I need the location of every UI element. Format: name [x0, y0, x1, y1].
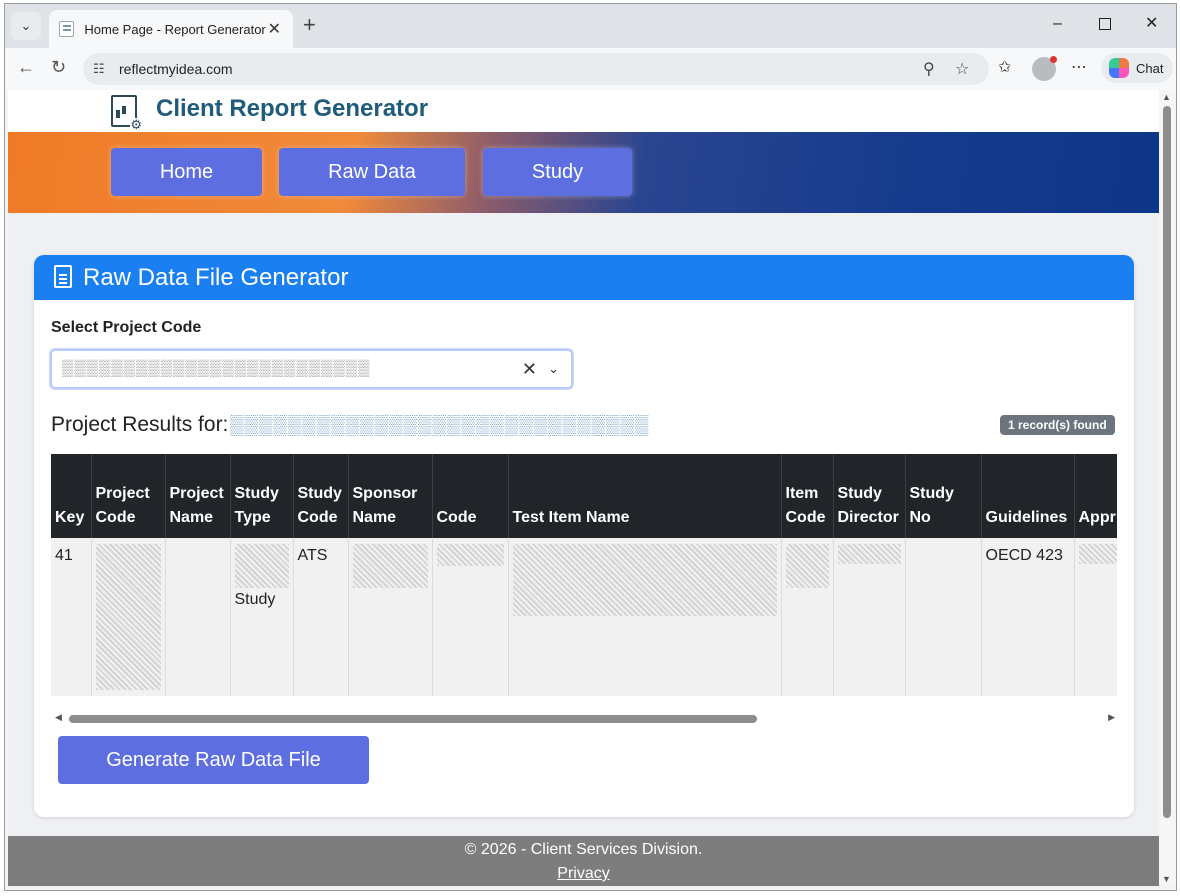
generate-raw-data-button[interactable]: Generate Raw Data File	[58, 736, 369, 784]
results-label: Project Results for:	[51, 413, 229, 436]
address-bar[interactable]: ☷ reflectmyidea.com ⚲ ☆	[83, 53, 989, 85]
brand-title: Client Report Generator	[156, 95, 429, 122]
table-row[interactable]: 41 Study ATS OECD 423	[51, 538, 1117, 696]
clear-icon[interactable]: ✕	[522, 359, 537, 380]
footer-copyright: © 2026 - Client Services Division.	[464, 841, 703, 858]
page-viewport: ⚙ Client Report Generator Home Raw Data …	[8, 90, 1159, 886]
page-favicon-icon	[59, 21, 75, 37]
minimize-icon[interactable]: –	[1053, 16, 1062, 32]
cell-redacted	[833, 538, 906, 696]
cell-redacted	[781, 538, 834, 696]
raw-data-card: Raw Data File Generator Select Project C…	[34, 255, 1134, 817]
refresh-icon[interactable]: ↻	[51, 58, 66, 76]
cell-redacted	[1074, 538, 1117, 696]
tab-title: Home Page - Report Generator	[84, 21, 266, 37]
cell-guidelines: OECD 423	[981, 538, 1075, 696]
col-header: Study Code	[293, 454, 349, 538]
cell-study-code: ATS	[293, 538, 349, 696]
tab-close-icon[interactable]: ✕	[266, 19, 283, 39]
cell-redacted	[91, 538, 166, 696]
document-icon	[54, 265, 72, 288]
scroll-thumb[interactable]	[69, 715, 757, 723]
tab-list-button[interactable]: ⌄	[11, 12, 41, 40]
nav-raw-data-button[interactable]: Raw Data	[279, 148, 465, 196]
scroll-down-icon[interactable]: ▼	[1162, 874, 1171, 884]
col-header: Appr By	[1074, 454, 1117, 538]
privacy-link[interactable]: Privacy	[8, 865, 1159, 883]
url-text: reflectmyidea.com	[119, 61, 233, 77]
col-header: Item Code	[781, 454, 834, 538]
cell-empty	[905, 538, 982, 696]
chevron-down-icon[interactable]: ⌄	[548, 361, 559, 377]
avatar[interactable]	[1032, 56, 1057, 81]
cell-redacted	[432, 538, 509, 696]
plus-icon[interactable]: +	[303, 14, 316, 36]
site-info-icon[interactable]: ☷	[93, 61, 105, 77]
col-header: Study No	[905, 454, 982, 538]
star-icon[interactable]: ☆	[955, 59, 969, 79]
project-code-value: ▒▒▒▒▒▒▒▒▒▒▒▒▒▒▒▒▒▒▒▒▒▒▒▒▒	[62, 360, 371, 377]
scroll-up-icon[interactable]: ▲	[1162, 92, 1171, 102]
col-header: Project Name	[165, 454, 231, 538]
col-header: Code	[432, 454, 509, 538]
results-table: Key Project Code Project Name Study Type…	[51, 454, 1117, 696]
chat-label: Chat	[1136, 60, 1164, 76]
page-scroll-thumb[interactable]	[1163, 106, 1171, 818]
cell-redacted	[348, 538, 433, 696]
records-badge: 1 record(s) found	[1000, 415, 1115, 435]
browser-tab[interactable]: Home Page - Report Generator ✕	[49, 10, 293, 48]
cell-empty	[165, 538, 231, 696]
main-nav: Home Raw Data Study	[8, 132, 1159, 213]
col-header: Study Type	[230, 454, 294, 538]
scroll-right-icon[interactable]: ▶	[1108, 712, 1115, 723]
col-header: Key	[51, 454, 92, 538]
col-header: Project Code	[91, 454, 166, 538]
col-header: Guidelines	[981, 454, 1075, 538]
col-header: Sponsor Name	[348, 454, 433, 538]
col-header: Test Item Name	[508, 454, 782, 538]
cell-study-type-text: Study	[234, 591, 276, 608]
scroll-left-icon[interactable]: ◀	[55, 712, 62, 723]
page-footer: © 2026 - Client Services Division. Priva…	[8, 836, 1159, 886]
arrow-left-icon[interactable]: ←	[17, 58, 35, 76]
brand-bar: ⚙ Client Report Generator	[8, 90, 1159, 132]
favorites-icon[interactable]: ✩	[998, 60, 1011, 76]
browser-window: ⌄ Home Page - Report Generator ✕ + – ✕ ←…	[4, 3, 1177, 891]
chat-button[interactable]: Chat	[1101, 53, 1173, 83]
table-header-row: Key Project Code Project Name Study Type…	[51, 454, 1117, 538]
card-header: Raw Data File Generator	[34, 255, 1134, 300]
project-code-select[interactable]: ▒▒▒▒▒▒▒▒▒▒▒▒▒▒▒▒▒▒▒▒▒▒▒▒▒ ✕ ⌄	[50, 349, 573, 389]
col-header: Study Director	[833, 454, 906, 538]
nav-study-button[interactable]: Study	[483, 148, 632, 196]
zoom-icon[interactable]: ⚲	[923, 59, 935, 79]
maximize-icon[interactable]	[1099, 18, 1111, 30]
more-icon[interactable]: ⋯	[1071, 60, 1087, 76]
tab-strip: ⌄ Home Page - Report Generator ✕ + – ✕	[5, 4, 1176, 48]
cell-study-type: Study	[230, 538, 294, 696]
nav-home-button[interactable]: Home	[111, 148, 262, 196]
browser-toolbar: ← ↻ ☷ reflectmyidea.com ⚲ ☆ ✩ ⋯ Chat	[5, 48, 1176, 90]
chevron-down-icon: ⌄	[20, 18, 32, 33]
copilot-icon	[1109, 58, 1129, 78]
close-window-icon[interactable]: ✕	[1145, 16, 1158, 32]
results-table-wrap[interactable]: Key Project Code Project Name Study Type…	[51, 454, 1117, 696]
report-logo-icon: ⚙	[111, 95, 142, 131]
results-project-code: ▒▒▒▒▒▒▒▒▒▒▒▒▒▒▒▒▒▒▒▒▒▒▒▒▒▒▒▒▒	[230, 415, 650, 436]
cell-key: 41	[51, 538, 92, 696]
card-title: Raw Data File Generator	[83, 264, 349, 291]
select-project-label: Select Project Code	[51, 319, 202, 336]
cell-redacted	[508, 538, 782, 696]
page-vertical-scrollbar[interactable]: ▲ ▼	[1159, 90, 1175, 886]
table-horizontal-scrollbar[interactable]: ◀ ▶	[51, 711, 1117, 727]
